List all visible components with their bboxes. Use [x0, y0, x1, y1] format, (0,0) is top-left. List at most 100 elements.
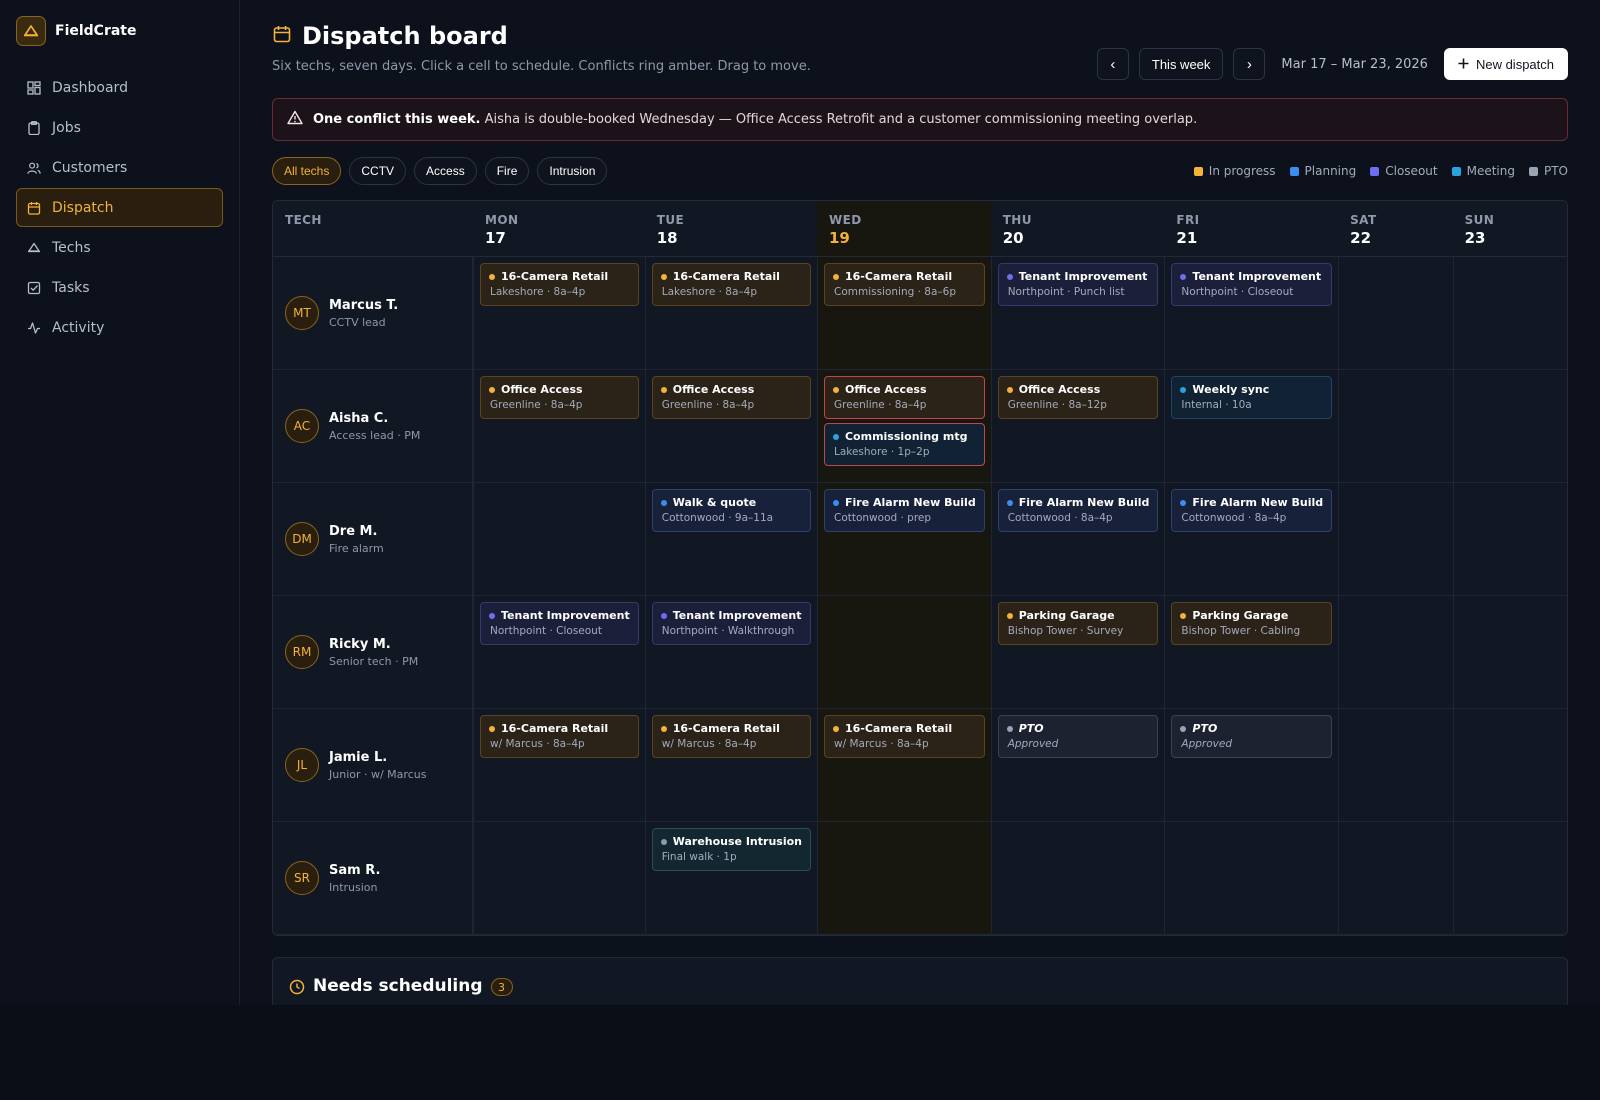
sidebar-item-dispatch[interactable]: Dispatch [16, 188, 223, 227]
schedule-cell[interactable]: Warehouse Intrusion Final walk · 1p [644, 822, 817, 935]
dispatch-card[interactable]: Tenant Improvement Northpoint · Closeout [1171, 263, 1333, 306]
page-subtitle: Six techs, seven days. Click a cell to s… [272, 59, 811, 74]
schedule-cell[interactable]: Fire Alarm New Build Cottonwood · 8a–4p [990, 483, 1165, 596]
dispatch-card-title: Office Access [1006, 383, 1150, 396]
schedule-cell[interactable]: Fire Alarm New Build Cottonwood · prep [816, 483, 991, 596]
schedule-cell[interactable]: Parking Garage Bishop Tower · Survey [990, 596, 1165, 709]
tech-cell-jl[interactable]: JL Jamie L. Junior · w/ Marcus [273, 709, 473, 822]
dispatch-card[interactable]: Fire Alarm New Build Cottonwood · 8a–4p [997, 489, 1159, 532]
dispatch-card[interactable]: Commissioning mtg Lakeshore · 1p–2p [823, 423, 985, 466]
dispatch-card[interactable]: 16-Camera Retail Commissioning · 8a–6p [823, 263, 985, 306]
dispatch-card[interactable]: PTO Approved [1171, 715, 1333, 758]
schedule-cell[interactable] [1452, 596, 1567, 709]
schedule-cell[interactable]: Office Access Greenline · 8a–4p [473, 370, 645, 483]
dispatch-card[interactable]: PTO Approved [997, 715, 1159, 758]
tech-cell-rm[interactable]: RM Ricky M. Senior tech · PM [273, 596, 473, 709]
schedule-cell[interactable] [816, 822, 991, 935]
schedule-cell[interactable]: Office Access Greenline · 8a–12p [990, 370, 1165, 483]
schedule-cell[interactable]: Walk & quote Cottonwood · 9a–11a [644, 483, 817, 596]
schedule-cell[interactable] [1452, 370, 1567, 483]
dispatch-card[interactable]: 16-Camera Retail w/ Marcus · 8a–4p [823, 715, 985, 758]
schedule-cell[interactable] [816, 596, 991, 709]
schedule-cell[interactable] [1164, 822, 1339, 935]
dispatch-card[interactable]: Parking Garage Bishop Tower · Survey [997, 602, 1159, 645]
dispatch-card[interactable]: 16-Camera Retail w/ Marcus · 8a–4p [480, 715, 639, 758]
schedule-cell[interactable]: Tenant Improvement Northpoint · Walkthrou… [644, 596, 817, 709]
sidebar-item-jobs[interactable]: Jobs [16, 108, 223, 147]
next-week-button[interactable]: › [1233, 48, 1266, 80]
dispatch-card-title: Tenant Improvement [660, 609, 802, 622]
sidebar-item-label: Dashboard [52, 79, 128, 96]
schedule-cell[interactable] [1338, 257, 1453, 370]
tech-cell-mt[interactable]: MT Marcus T. CCTV lead [273, 257, 473, 370]
dispatch-card[interactable]: 16-Camera Retail Lakeshore · 8a–4p [651, 263, 811, 306]
dispatch-card[interactable]: Fire Alarm New Build Cottonwood · prep [823, 489, 985, 532]
schedule-cell[interactable]: 16-Camera Retail Lakeshore · 8a–4p [644, 257, 817, 370]
sidebar-item-tasks[interactable]: Tasks [16, 268, 223, 307]
tech-role: Intrusion [329, 880, 378, 894]
schedule-cell[interactable] [1452, 822, 1567, 935]
schedule-cell[interactable]: PTO Approved [990, 709, 1165, 822]
schedule-cell[interactable] [1338, 709, 1453, 822]
schedule-cell[interactable] [1452, 483, 1567, 596]
sidebar-item-techs[interactable]: Techs [16, 228, 223, 267]
day-number: 17 [485, 229, 506, 247]
dispatch-card[interactable]: Walk & quote Cottonwood · 9a–11a [651, 489, 811, 532]
schedule-cell[interactable]: Tenant Improvement Northpoint · Punch lis… [990, 257, 1165, 370]
dispatch-card[interactable]: 16-Camera Retail w/ Marcus · 8a–4p [651, 715, 811, 758]
dispatch-card[interactable]: 16-Camera Retail Lakeshore · 8a–4p [480, 263, 639, 306]
schedule-cell[interactable] [1452, 709, 1567, 822]
dispatch-card[interactable]: Tenant Improvement Northpoint · Closeout [480, 602, 639, 645]
dispatch-card[interactable]: Office Access Greenline · 8a–4p [480, 376, 639, 419]
schedule-cell[interactable] [1338, 596, 1453, 709]
this-week-button[interactable]: This week [1138, 48, 1224, 80]
schedule-cell[interactable]: Fire Alarm New Build Cottonwood · 8a–4p [1164, 483, 1339, 596]
schedule-cell[interactable]: 16-Camera Retail w/ Marcus · 8a–4p [816, 709, 991, 822]
schedule-cell[interactable]: Weekly sync Internal · 10a [1164, 370, 1339, 483]
schedule-cell[interactable]: 16-Camera Retail Commissioning · 8a–6p [816, 257, 991, 370]
sidebar: FieldCrate Dashboard Jobs Customers Dispatc… [0, 0, 240, 1005]
filter-chip-fire[interactable]: Fire [484, 157, 530, 185]
dispatch-card[interactable]: Tenant Improvement Northpoint · Walkthrou… [651, 602, 811, 645]
schedule-cell[interactable]: Parking Garage Bishop Tower · Cabling [1164, 596, 1339, 709]
filter-chip-intrusion[interactable]: Intrusion [537, 157, 608, 185]
prev-week-button[interactable]: ‹ [1096, 48, 1129, 80]
schedule-cell[interactable]: Office Access Greenline · 8a–4p Commission… [816, 370, 991, 483]
tech-cell-ac[interactable]: AC Aisha C. Access lead · PM [273, 370, 473, 483]
dispatch-card[interactable]: Office Access Greenline · 8a–12p [997, 376, 1159, 419]
dispatch-card[interactable]: Weekly sync Internal · 10a [1171, 376, 1333, 419]
dispatch-card[interactable]: Office Access Greenline · 8a–4p [651, 376, 811, 419]
filter-chip-all-techs[interactable]: All techs [272, 157, 342, 185]
sidebar-item-dashboard[interactable]: Dashboard [16, 68, 223, 107]
dispatch-card[interactable]: Warehouse Intrusion Final walk · 1p [651, 828, 811, 871]
schedule-cell[interactable]: 16-Camera Retail w/ Marcus · 8a–4p [473, 709, 645, 822]
brand[interactable]: FieldCrate [16, 16, 223, 46]
schedule-cell[interactable]: Office Access Greenline · 8a–4p [644, 370, 817, 483]
sidebar-item-activity[interactable]: Activity [16, 308, 223, 347]
sidebar-item-customers[interactable]: Customers [16, 148, 223, 187]
schedule-cell[interactable]: 16-Camera Retail w/ Marcus · 8a–4p [644, 709, 817, 822]
dispatch-card[interactable]: Office Access Greenline · 8a–4p [823, 376, 985, 419]
dispatch-card[interactable]: Fire Alarm New Build Cottonwood · 8a–4p [1171, 489, 1333, 532]
schedule-cell[interactable] [1338, 822, 1453, 935]
schedule-cell[interactable]: Tenant Improvement Northpoint · Closeout [473, 596, 645, 709]
dispatch-card-subtitle: Northpoint · Closeout [1181, 286, 1294, 298]
dispatch-card[interactable]: Tenant Improvement Northpoint · Punch lis… [997, 263, 1159, 306]
schedule-cell[interactable] [1452, 257, 1567, 370]
tech-cell-dm[interactable]: DM Dre M. Fire alarm [273, 483, 473, 596]
schedule-cell[interactable]: 16-Camera Retail Lakeshore · 8a–4p [473, 257, 645, 370]
dispatch-card[interactable]: Parking Garage Bishop Tower · Cabling [1171, 602, 1333, 645]
schedule-cell[interactable] [473, 822, 645, 935]
schedule-cell[interactable]: PTO Approved [1164, 709, 1339, 822]
schedule-cell[interactable] [1338, 483, 1453, 596]
day-header-fri: FRI 21 [1164, 201, 1339, 257]
day-header-wed: WED 19 [816, 201, 991, 257]
schedule-cell[interactable]: Tenant Improvement Northpoint · Closeout [1164, 257, 1339, 370]
filter-chip-access[interactable]: Access [414, 157, 477, 185]
schedule-cell[interactable] [1338, 370, 1453, 483]
new-dispatch-button[interactable]: New dispatch [1443, 48, 1568, 80]
tech-cell-sr[interactable]: SR Sam R. Intrusion [273, 822, 473, 935]
schedule-cell[interactable] [473, 483, 645, 596]
filter-chip-cctv[interactable]: CCTV [349, 157, 407, 185]
schedule-cell[interactable] [990, 822, 1165, 935]
